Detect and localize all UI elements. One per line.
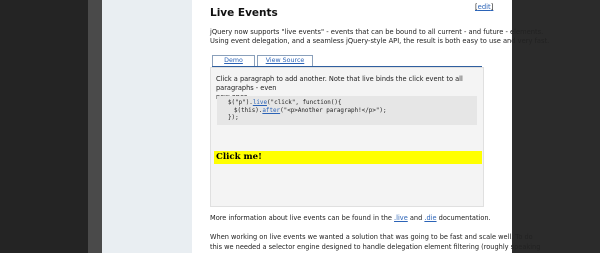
more-info-text: documentation. bbox=[436, 214, 491, 222]
demo-panel: Click a paragraph to add another. Note t… bbox=[210, 67, 484, 207]
code-text: $("p"). bbox=[228, 100, 253, 106]
section-title: Live Events bbox=[210, 7, 278, 19]
more-info-text: More information about live events can b… bbox=[210, 214, 395, 222]
demo-tabs: Demo View Source bbox=[212, 55, 482, 67]
tab-demo[interactable]: Demo bbox=[212, 55, 255, 66]
code-sample: $("p").live("click", function(){ $(this)… bbox=[217, 96, 477, 125]
window-left-border bbox=[88, 0, 102, 253]
demo-description-line: Click a paragraph to add another. Note t… bbox=[216, 75, 463, 92]
intro-line: Using event delegation, and a seamless j… bbox=[210, 37, 550, 45]
intro-paragraph: jQuery now supports "live events" - even… bbox=[210, 28, 590, 46]
body-line: When working on live events we wanted a … bbox=[210, 233, 533, 241]
more-info-paragraph: More information about live events can b… bbox=[210, 214, 590, 223]
body-paragraph: When working on live events we wanted a … bbox=[210, 233, 590, 252]
code-line-3: }); bbox=[228, 115, 239, 121]
window-left-background bbox=[0, 0, 88, 253]
body-line: this we needed a selector engine designe… bbox=[210, 242, 541, 251]
code-link-live[interactable]: live bbox=[253, 100, 267, 106]
code-text: ("click", function(){ bbox=[267, 100, 342, 106]
sidebar-column bbox=[102, 0, 192, 253]
code-line-1: $("p").live("click", function(){ bbox=[228, 100, 342, 108]
code-line-2: $(this).after("<p>Another paragraph!</p>… bbox=[234, 108, 387, 116]
click-me-paragraph[interactable]: Click me! bbox=[214, 151, 482, 164]
code-text: ("<p>Another paragraph!</p>"); bbox=[280, 107, 387, 114]
more-info-text: and bbox=[407, 214, 425, 222]
die-doc-link[interactable]: .die bbox=[424, 214, 436, 222]
edit-link[interactable]: edit bbox=[478, 3, 491, 11]
edit-link-wrapper: [edit] bbox=[475, 3, 493, 12]
code-text: $(this). bbox=[234, 107, 263, 114]
article-content: [edit] Live Events jQuery now supports "… bbox=[210, 0, 596, 253]
code-link-after[interactable]: after bbox=[262, 108, 280, 114]
intro-line: jQuery now supports "live events" - even… bbox=[210, 28, 544, 36]
edit-bracket-close: ] bbox=[490, 3, 494, 11]
live-doc-link[interactable]: .live bbox=[394, 214, 408, 222]
tab-view-source[interactable]: View Source bbox=[257, 55, 313, 66]
